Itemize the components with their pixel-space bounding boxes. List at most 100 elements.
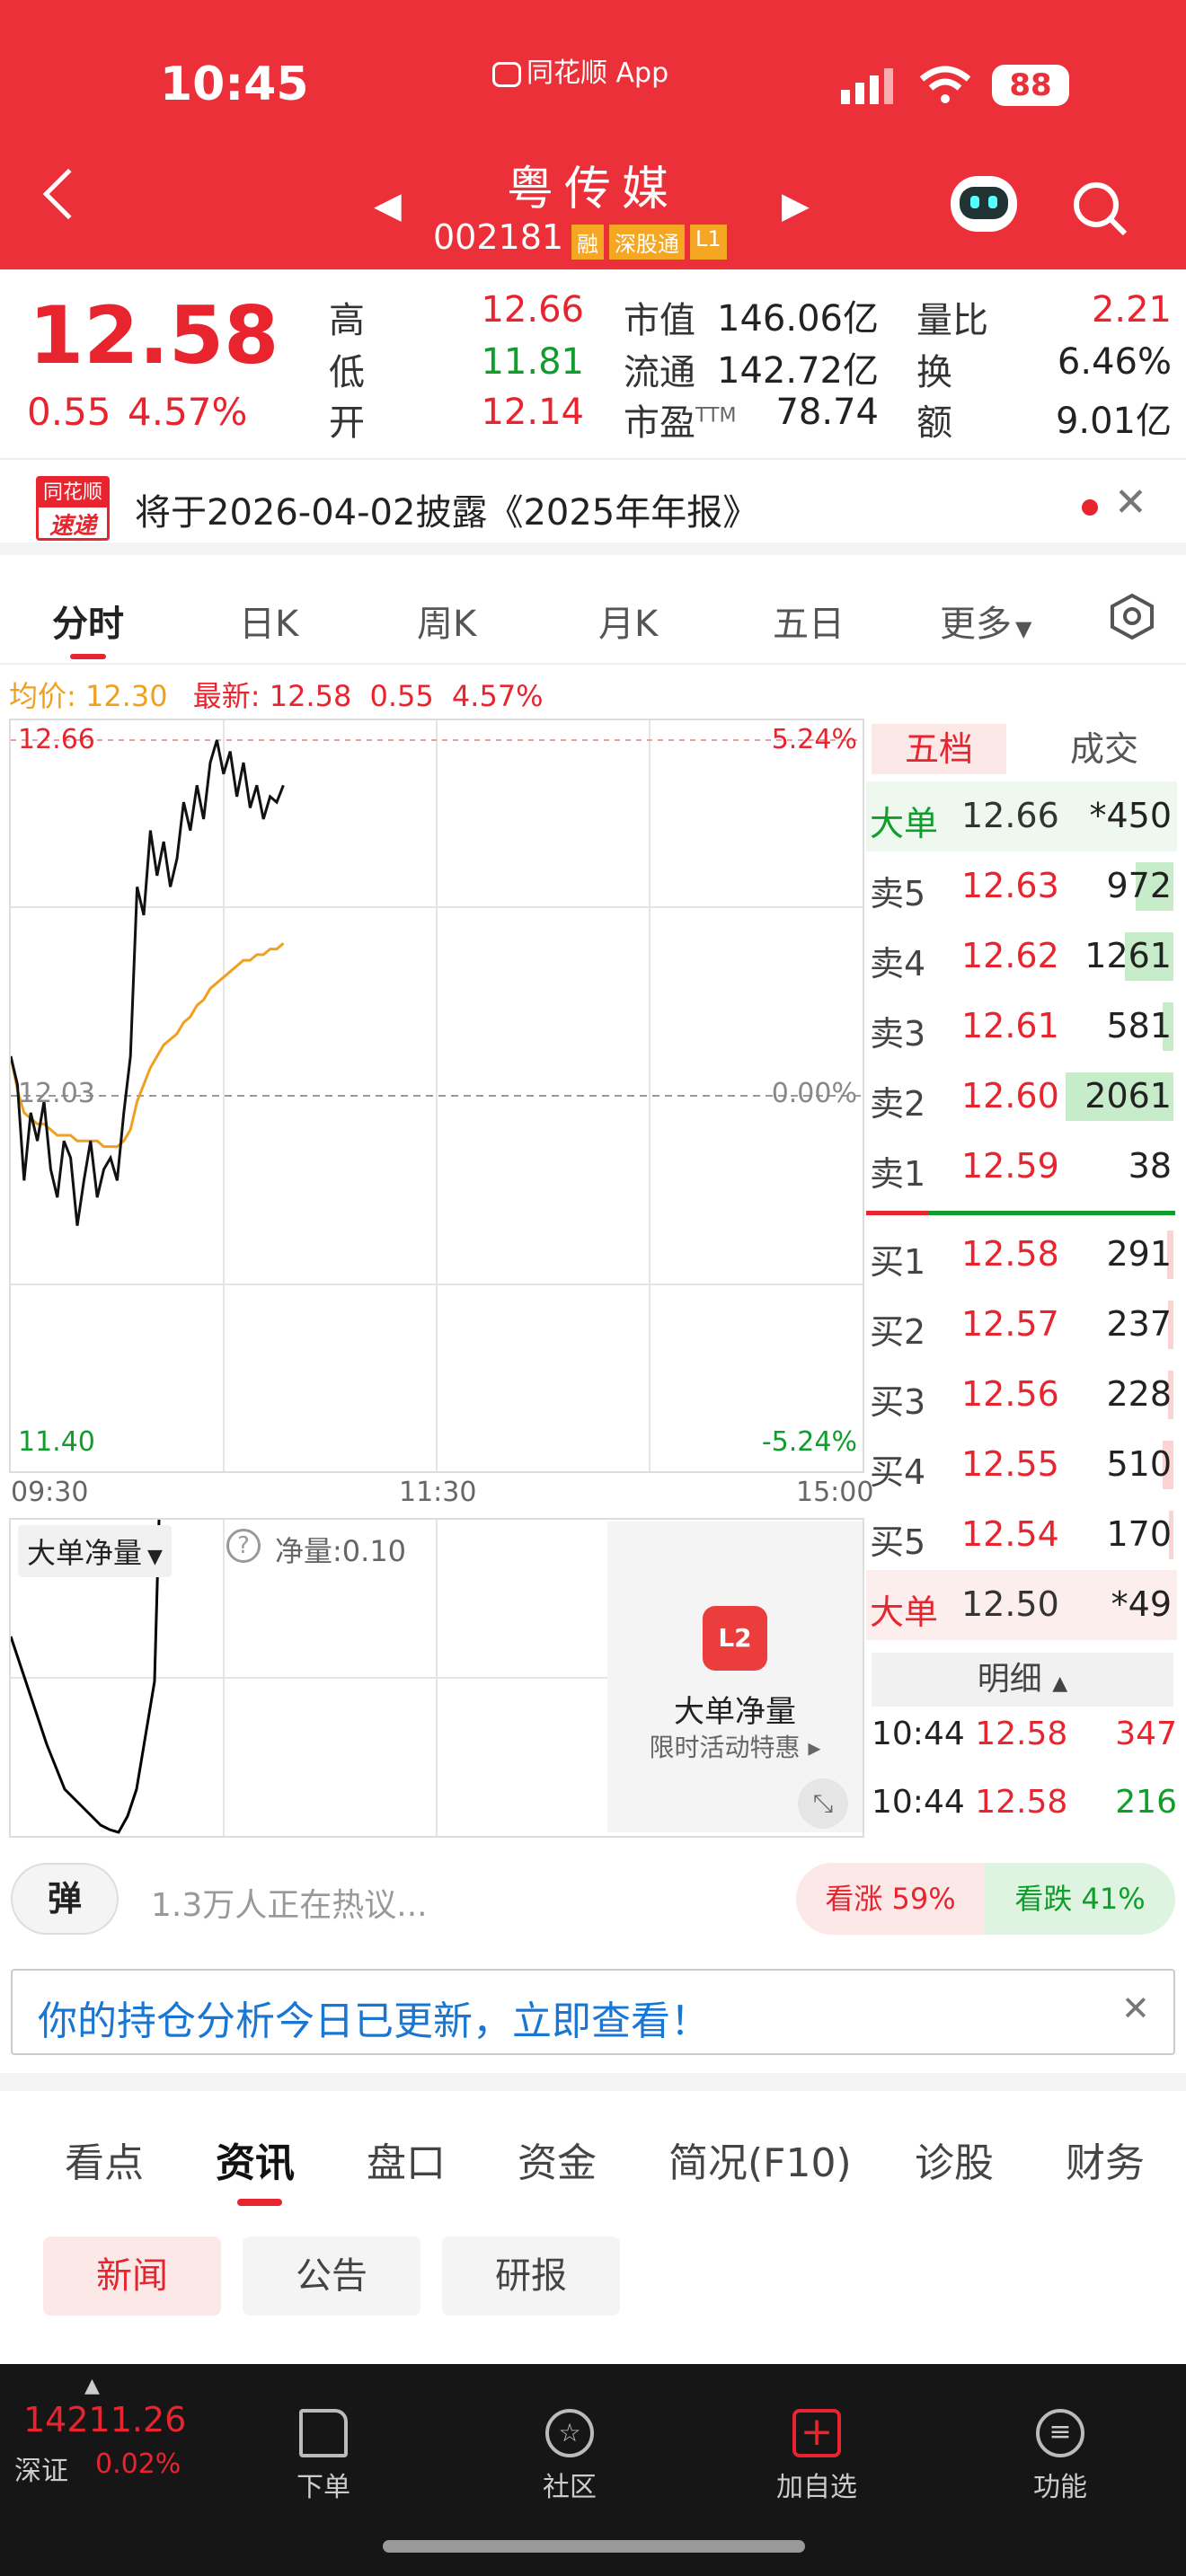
intraday-chart[interactable]: 12.66 12.03 11.40 5.24% 0.00% -5.24% — [9, 719, 864, 1473]
x-axis-start-label: 09:30 — [11, 1477, 89, 1508]
label-open: 开 — [329, 402, 365, 444]
value-low: 11.81 — [481, 341, 584, 383]
tag-connect: 深股通 — [609, 225, 685, 260]
order-level-row: 卖2 12.60 2061 — [866, 1062, 1177, 1132]
label-amount: 额 — [916, 402, 952, 444]
promo-card[interactable]: L2 大单净量 限时活动特惠 ▸ ⤡ — [607, 1522, 863, 1832]
tab-funds[interactable]: 资金 — [518, 2130, 597, 2188]
next-stock-icon[interactable]: ▶ — [782, 185, 810, 226]
order-icon — [299, 2409, 348, 2457]
expand-icon[interactable]: ⤡ — [798, 1778, 848, 1829]
tab-intraday[interactable]: 分时 — [52, 595, 124, 647]
trade-row: 10:44 12.58 216 — [872, 1784, 1177, 1821]
home-indicator — [383, 2540, 805, 2553]
tab-weekly-k[interactable]: 周K — [417, 595, 476, 647]
label-volume-ratio: 量比 — [916, 300, 988, 341]
search-icon[interactable] — [1071, 180, 1128, 241]
order-level-row: 买1 12.58 291 — [866, 1220, 1177, 1290]
intraday-chart-svg — [11, 720, 863, 1471]
close-icon[interactable]: ✕ — [1114, 480, 1147, 525]
y-axis-right-mid-label: 0.00% — [771, 1078, 857, 1109]
order-level-row: 买4 12.55 510 — [866, 1430, 1177, 1500]
index-arrow-icon: ▲ — [84, 2375, 100, 2397]
big-order-row: 大单 12.50 *49 — [866, 1570, 1177, 1640]
flash-logo: 同花顺 速递 — [36, 476, 110, 541]
price-change-pct: 4.57% — [128, 390, 248, 434]
subtab-announcements[interactable]: 公告 — [243, 2236, 420, 2316]
stock-tags: 融 深股通 L1 — [571, 225, 727, 260]
tab-trades[interactable]: 成交 — [1037, 724, 1172, 774]
app-badge: 同花顺 App — [492, 50, 668, 90]
help-icon[interactable]: ? — [226, 1529, 261, 1563]
battery-icon: 88 — [992, 65, 1069, 106]
detail-toggle[interactable]: 明细 ▲ — [872, 1653, 1173, 1707]
big-order-row: 大单 12.66 *450 — [866, 781, 1177, 851]
value-volume-ratio: 2.21 — [1091, 289, 1172, 331]
tab-diagnosis[interactable]: 诊股 — [915, 2130, 994, 2188]
y-axis-mid-label: 12.03 — [18, 1078, 95, 1109]
signal-icon — [839, 63, 902, 110]
back-icon[interactable] — [42, 168, 94, 220]
wifi-icon — [918, 65, 972, 108]
prev-stock-icon[interactable]: ◀ — [374, 185, 402, 226]
spread-divider — [866, 1211, 1175, 1215]
bearish-vote-button[interactable]: 看跌 41% — [985, 1863, 1175, 1935]
order-book: 五档 成交 大单 12.66 *450 卖5 12.63 972 卖4 12.62 1261 卖3… — [866, 719, 1177, 1838]
value-open: 12.14 — [481, 392, 584, 433]
section-divider — [0, 2073, 1186, 2091]
tab-news[interactable]: 资讯 — [216, 2130, 295, 2188]
tab-monthly-k[interactable]: 月K — [598, 595, 658, 647]
value-market-cap: 146.06亿 — [717, 298, 879, 340]
latest-change: 0.55 — [369, 679, 434, 713]
nav-community[interactable]: ☆ 社区 — [516, 2409, 624, 2504]
y-axis-top-label: 12.66 — [18, 724, 95, 755]
tab-indicator — [237, 2199, 282, 2206]
avg-price-line — [11, 942, 285, 1149]
tab-five-day[interactable]: 五日 — [773, 595, 845, 647]
tab-highlights[interactable]: 看点 — [65, 2130, 144, 2188]
discussion-prompt[interactable]: 1.3万人正在热议... — [151, 1879, 428, 1926]
trade-row: 10:44 12.58 347 — [872, 1716, 1177, 1752]
tab-daily-k[interactable]: 日K — [239, 595, 298, 647]
subtab-news[interactable]: 新闻 — [43, 2236, 221, 2316]
label-market-cap: 市值 — [624, 300, 695, 341]
order-level-row: 卖3 12.61 581 — [866, 992, 1177, 1062]
tab-financials[interactable]: 财务 — [1066, 2130, 1145, 2188]
close-icon[interactable]: ✕ — [1121, 1989, 1150, 2028]
bottom-toolbar: ▲ 14211.26 深证 0.02% 下单 ☆ 社区 + 加自选 ≡ 功能 — [0, 2364, 1186, 2576]
y-axis-right-top-label: 5.24% — [771, 724, 857, 755]
tab-profile[interactable]: 简况(F10) — [668, 2130, 852, 2188]
notice-bar[interactable]: 同花顺 速递 将于2026-04-02披露《2025年年报》 ✕ — [0, 458, 1186, 555]
stock-header: 10:45 同花顺 App 88 ◀ 粤传媒 002181 融 深股通 L1 ▶ — [0, 0, 1186, 269]
nav-functions[interactable]: ≡ 功能 — [1006, 2409, 1114, 2504]
index-value[interactable]: 14211.26 — [23, 2400, 186, 2439]
settings-hexagon-icon[interactable] — [1109, 593, 1155, 643]
content-tabs: 看点 资讯 盘口 资金 简况(F10) 诊股 财务 — [0, 2130, 1186, 2206]
banner-text: 你的持仓分析今日已更新，立即查看！ — [38, 1998, 710, 2044]
price-change: 0.55 — [27, 390, 111, 434]
stock-code: 002181 — [433, 217, 564, 257]
tab-more[interactable]: 更多 ▼ — [940, 595, 1031, 647]
add-watchlist-icon: + — [792, 2409, 841, 2457]
nav-order[interactable]: 下单 — [270, 2409, 377, 2504]
bullish-vote-button[interactable]: 看涨 59% — [796, 1863, 985, 1935]
subtab-research[interactable]: 研报 — [442, 2236, 620, 2316]
tab-five-levels[interactable]: 五档 — [872, 724, 1006, 774]
l2-icon: L2 — [703, 1606, 767, 1671]
robot-assistant-icon[interactable] — [951, 176, 1017, 232]
big-order-panel: 大单净量 ▼ ? 净量:0.10 L2 大单净量 限时活动特惠 ▸ ⤡ — [9, 1518, 864, 1838]
value-turnover: 6.46% — [1057, 341, 1172, 383]
chart-period-tabs: 分时 日K 周K 月K 五日 更多 ▼ — [0, 568, 1186, 665]
index-change: 0.02% — [95, 2448, 181, 2480]
promo-subtitle: 限时活动特惠 ▸ — [649, 1733, 821, 1762]
portfolio-banner[interactable]: 你的持仓分析今日已更新，立即查看！ ✕ — [11, 1969, 1175, 2055]
tag-margin: 融 — [571, 225, 604, 260]
unread-dot — [1082, 499, 1098, 516]
tab-order-flow[interactable]: 盘口 — [367, 2130, 446, 2188]
tag-level: L1 — [690, 225, 727, 260]
nav-add-watchlist[interactable]: + 加自选 — [758, 2409, 875, 2504]
danmu-toggle[interactable]: 弹 — [11, 1863, 119, 1935]
order-level-row: 买3 12.56 228 — [866, 1360, 1177, 1430]
indicator-dropdown[interactable]: 大单净量 ▼ — [18, 1525, 172, 1577]
label-float-cap: 流通 — [624, 352, 695, 393]
